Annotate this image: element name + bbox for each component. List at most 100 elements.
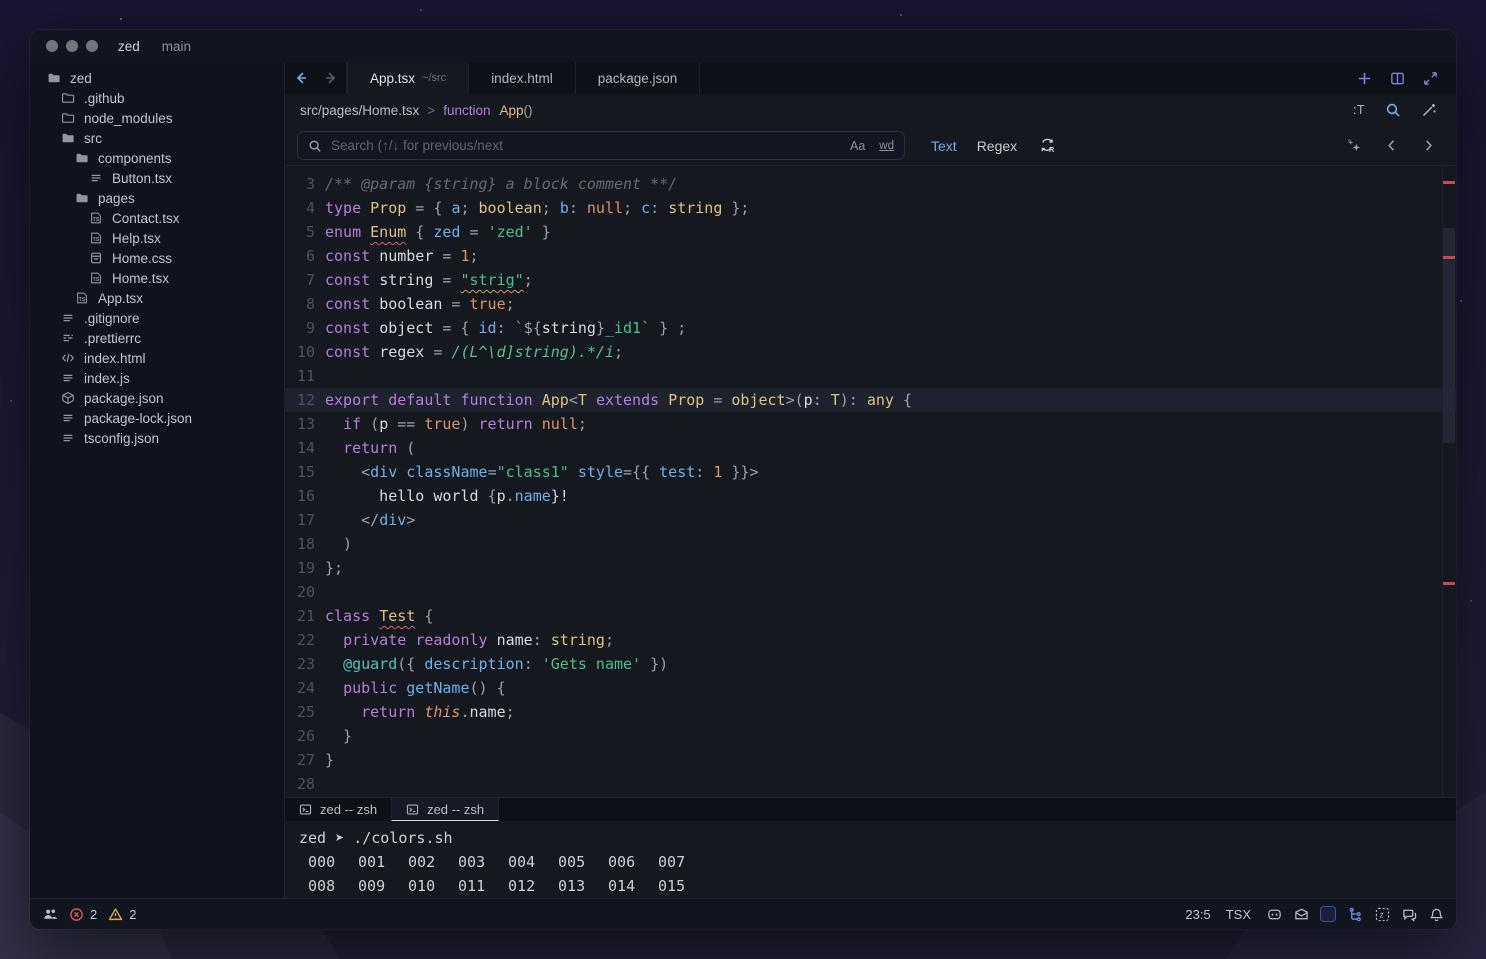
envelope-icon[interactable] bbox=[1293, 906, 1309, 922]
error-icon[interactable] bbox=[68, 906, 84, 922]
code-line[interactable]: 16 hello world {p.name}! bbox=[285, 484, 1456, 508]
sidebar-item-components[interactable]: components bbox=[30, 148, 284, 168]
project-title[interactable]: zed bbox=[118, 39, 140, 54]
breadcrumb-path[interactable]: src/pages/Home.tsx bbox=[300, 103, 419, 118]
inline-type-hints-icon[interactable]: :T bbox=[1353, 103, 1365, 117]
code-line[interactable]: 23 @guard({ description: 'Gets name' }) bbox=[285, 652, 1456, 676]
code-line[interactable]: 6const number = 1; bbox=[285, 244, 1456, 268]
line-number: 23 bbox=[285, 652, 325, 676]
sidebar-item-home.css[interactable]: Home.css bbox=[30, 248, 284, 268]
line-number: 12 bbox=[285, 388, 325, 412]
magic-wand-icon[interactable] bbox=[1421, 102, 1437, 118]
sidebar-item-.github[interactable]: .github bbox=[30, 88, 284, 108]
tab-app.tsx[interactable]: App.tsx~/src bbox=[347, 62, 469, 94]
sidebar-item-.gitignore[interactable]: .gitignore bbox=[30, 308, 284, 328]
sidebar-item-contact.tsx[interactable]: TSContact.tsx bbox=[30, 208, 284, 228]
code-line[interactable]: 20 bbox=[285, 580, 1456, 604]
project-panel[interactable]: zed.githubnode_modulessrccomponentsButto… bbox=[30, 62, 285, 898]
tab-package.json[interactable]: package.json bbox=[576, 62, 701, 94]
code-line[interactable]: 3/** @param {string} a block comment **/ bbox=[285, 172, 1456, 196]
search-mode-regex-button[interactable]: Regex bbox=[977, 138, 1017, 154]
zed-assistant-icon[interactable]: z bbox=[1374, 906, 1390, 922]
tab-label: package.json bbox=[598, 71, 678, 86]
code-line[interactable]: 14 return ( bbox=[285, 436, 1456, 460]
code-editor[interactable]: 3/** @param {string} a block comment **/… bbox=[285, 166, 1456, 797]
warning-icon[interactable] bbox=[107, 906, 123, 922]
chat-icon[interactable] bbox=[1401, 906, 1417, 922]
buffer-search-icon[interactable] bbox=[1385, 102, 1401, 118]
search-input[interactable] bbox=[331, 138, 836, 153]
code-line[interactable]: 5enum Enum { zed = 'zed' } bbox=[285, 220, 1456, 244]
sparkle-replace-icon[interactable]: s bbox=[1347, 138, 1362, 153]
search-mode-text-button[interactable]: Text bbox=[931, 138, 957, 154]
editor-scrollbar[interactable] bbox=[1442, 166, 1456, 797]
prev-match-icon[interactable] bbox=[1384, 138, 1399, 153]
project-tree-icon[interactable] bbox=[1347, 906, 1363, 922]
sidebar-item-tsconfig.json[interactable]: tsconfig.json bbox=[30, 428, 284, 448]
code-line[interactable]: 9const object = { id: `${string}_id1` } … bbox=[285, 316, 1456, 340]
maximize-pane-icon[interactable] bbox=[1423, 71, 1438, 86]
code-line[interactable]: 26 } bbox=[285, 724, 1456, 748]
nav-forward-icon[interactable] bbox=[323, 70, 339, 86]
sidebar-item-.prettierrc[interactable]: .prettierrc bbox=[30, 328, 284, 348]
sidebar-item-pages[interactable]: pages bbox=[30, 188, 284, 208]
sidebar-item-app.tsx[interactable]: TSApp.tsx bbox=[30, 288, 284, 308]
match-case-button[interactable]: Aa bbox=[850, 139, 865, 153]
tab-index.html[interactable]: index.html bbox=[469, 62, 576, 94]
breadcrumb-symbol-keyword[interactable]: function bbox=[443, 103, 490, 118]
language-indicator[interactable]: TSX bbox=[1226, 907, 1251, 922]
code-line[interactable]: 24 public getName() { bbox=[285, 676, 1456, 700]
terminal-icon[interactable] bbox=[1320, 906, 1336, 922]
sidebar-item-package.json[interactable]: package.json bbox=[30, 388, 284, 408]
breadcrumb-symbol-name[interactable]: App bbox=[499, 103, 523, 118]
cycle-search-mode-icon[interactable]: R bbox=[1039, 137, 1056, 154]
code-line[interactable]: 27} bbox=[285, 748, 1456, 772]
copilot-icon[interactable] bbox=[1266, 906, 1282, 922]
sidebar-item-src[interactable]: src bbox=[30, 128, 284, 148]
search-box[interactable]: Aa wd bbox=[297, 131, 905, 160]
code-line[interactable]: 11 bbox=[285, 364, 1456, 388]
code-line[interactable]: 17 </div> bbox=[285, 508, 1456, 532]
code-line[interactable]: 10const regex = /(L^\d]string).*/i; bbox=[285, 340, 1456, 364]
sidebar-item-node_modules[interactable]: node_modules bbox=[30, 108, 284, 128]
new-tab-icon[interactable] bbox=[1357, 71, 1372, 86]
line-content: </div> bbox=[325, 508, 1456, 532]
code-line[interactable]: 12export default function App<T extends … bbox=[285, 388, 1456, 412]
code-line[interactable]: 28 bbox=[285, 772, 1456, 796]
error-count[interactable]: 2 bbox=[90, 907, 97, 922]
minimize-window-button[interactable] bbox=[66, 40, 78, 52]
code-line[interactable]: 22 private readonly name: string; bbox=[285, 628, 1456, 652]
code-line[interactable]: 8const boolean = true; bbox=[285, 292, 1456, 316]
terminal-panel[interactable]: zed ➤ ./colors.sh 0000010020030040050060… bbox=[285, 821, 1456, 898]
code-line[interactable]: 7const string = "strig"; bbox=[285, 268, 1456, 292]
bell-icon[interactable] bbox=[1428, 906, 1444, 922]
sidebar-item-package-lock.json[interactable]: package-lock.json bbox=[30, 408, 284, 428]
warning-count[interactable]: 2 bbox=[129, 907, 136, 922]
nav-back-icon[interactable] bbox=[293, 70, 309, 86]
sidebar-item-index.html[interactable]: index.html bbox=[30, 348, 284, 368]
code-line[interactable]: 18 ) bbox=[285, 532, 1456, 556]
code-line[interactable]: 25 return this.name; bbox=[285, 700, 1456, 724]
code-line[interactable]: 4type Prop = { a; boolean; b: null; c: s… bbox=[285, 196, 1456, 220]
sidebar-item-help.tsx[interactable]: TSHelp.tsx bbox=[30, 228, 284, 248]
cursor-position[interactable]: 23:5 bbox=[1185, 907, 1210, 922]
sidebar-item-zed[interactable]: zed bbox=[30, 68, 284, 88]
whole-word-button[interactable]: wd bbox=[879, 140, 894, 152]
breadcrumb[interactable]: src/pages/Home.tsx > function App () :T bbox=[285, 94, 1456, 126]
zoom-window-button[interactable] bbox=[86, 40, 98, 52]
code-line[interactable]: 13 if (p == true) return null; bbox=[285, 412, 1456, 436]
terminal-tab[interactable]: zed -- zsh bbox=[285, 798, 391, 821]
sidebar-item-button.tsx[interactable]: Button.tsx bbox=[30, 168, 284, 188]
close-window-button[interactable] bbox=[46, 40, 58, 52]
collaboration-icon[interactable] bbox=[42, 906, 58, 922]
terminal-tab[interactable]: zed -- zsh bbox=[391, 798, 499, 821]
code-line[interactable]: 21class Test { bbox=[285, 604, 1456, 628]
next-match-icon[interactable] bbox=[1421, 138, 1436, 153]
sidebar-item-index.js[interactable]: index.js bbox=[30, 368, 284, 388]
scrollbar-thumb[interactable] bbox=[1443, 228, 1455, 443]
sidebar-item-home.tsx[interactable]: TSHome.tsx bbox=[30, 268, 284, 288]
code-line[interactable]: 19}; bbox=[285, 556, 1456, 580]
split-pane-icon[interactable] bbox=[1390, 71, 1405, 86]
git-branch[interactable]: main bbox=[162, 39, 191, 54]
code-line[interactable]: 15 <div className="class1" style={{ test… bbox=[285, 460, 1456, 484]
